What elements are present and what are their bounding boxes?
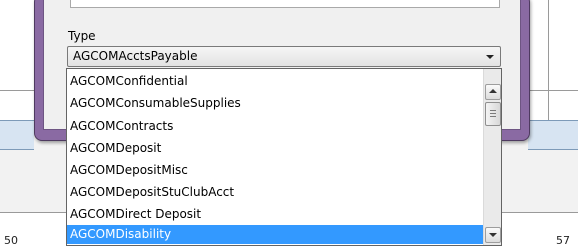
background-tab-strip [0, 120, 34, 150]
scroll-up-button[interactable] [485, 84, 501, 100]
list-item[interactable]: AGCOMContracts [67, 117, 484, 136]
background-tab-strip [528, 120, 578, 150]
background-line [528, 90, 578, 91]
ruler-number-left: 50 [4, 234, 18, 247]
chevron-down-icon[interactable] [486, 55, 494, 59]
list-item[interactable]: AGCOMDepositStuClubAcct [67, 183, 484, 202]
list-item[interactable]: AGCOMDirect Deposit [67, 205, 484, 224]
background-line [548, 0, 549, 120]
list-item[interactable]: AGCOMConfidential [67, 72, 484, 91]
grip-line [490, 110, 496, 111]
type-label: Type [68, 29, 96, 43]
arrow-down-icon [489, 233, 497, 237]
grip-line [490, 116, 496, 117]
type-combobox[interactable]: AGCOMAcctsPayable [67, 46, 501, 67]
ruler-number-right: 57 [556, 234, 570, 247]
list-item[interactable]: AGCOMConsumableSupplies [67, 94, 484, 113]
background-line [0, 90, 34, 91]
scroll-down-button[interactable] [485, 227, 501, 243]
upper-text-field[interactable] [70, 0, 500, 8]
scrollbar-thumb[interactable] [485, 102, 501, 126]
dropdown-scrollbar[interactable] [483, 69, 501, 245]
list-item-selected[interactable]: AGCOMDisability [67, 225, 484, 244]
grip-line [490, 113, 496, 114]
list-item[interactable]: AGCOMDepositMisc [67, 161, 484, 180]
type-dropdown-list[interactable]: AGCOMConfidential AGCOMConsumableSupplie… [66, 68, 502, 246]
type-combobox-value: AGCOMAcctsPayable [73, 49, 198, 63]
arrow-up-icon [489, 89, 497, 93]
list-item[interactable]: AGCOMDeposit [67, 139, 484, 158]
